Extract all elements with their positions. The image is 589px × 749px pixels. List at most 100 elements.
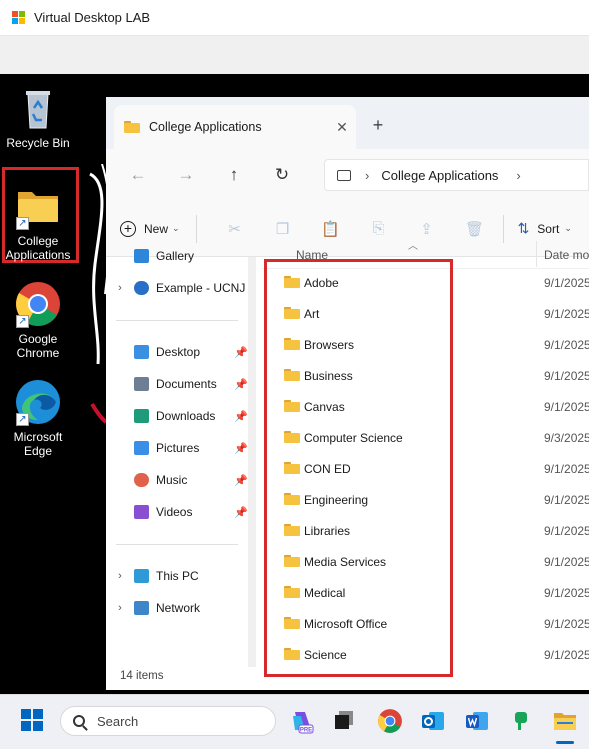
new-tab-button[interactable]: +	[364, 111, 392, 139]
file-date: 9/1/2025	[544, 369, 589, 383]
file-date: 9/1/2025	[544, 307, 589, 321]
paste-icon[interactable]: 📋	[307, 220, 355, 238]
chrome-taskbar-button[interactable]	[377, 708, 403, 734]
address-bar[interactable]: › College Applications ›	[324, 159, 589, 191]
chevron-right-icon[interactable]: ›	[365, 168, 369, 183]
nav-divider	[116, 544, 238, 545]
chevron-right-icon[interactable]: ›	[516, 168, 520, 183]
desktop-icon-microsoft-edge[interactable]: ↗ Microsoft Edge	[0, 378, 76, 458]
file-date: 9/1/2025	[544, 493, 589, 507]
messaging-app-taskbar-button[interactable]	[508, 708, 534, 734]
sort-arrows-icon: ⇅	[517, 220, 530, 236]
new-button-label: New	[144, 221, 169, 236]
file-date: 9/1/2025	[544, 648, 589, 662]
word-taskbar-button[interactable]	[464, 708, 490, 734]
computer-icon	[134, 569, 149, 583]
tab-college-applications[interactable]: College Applications ✕	[114, 105, 356, 149]
column-divider[interactable]	[536, 241, 537, 267]
desktop-icon-label: College Applications	[5, 234, 71, 262]
copilot-icon: PRE	[293, 712, 314, 734]
nav-item-label: Music	[156, 473, 188, 487]
outlook-icon	[422, 712, 444, 730]
monitor-icon	[337, 169, 351, 181]
navigation-pane-scrollbar[interactable]	[248, 257, 256, 667]
file-explorer-taskbar-button[interactable]	[552, 708, 578, 734]
file-date: 9/1/2025	[544, 586, 589, 600]
pin-icon[interactable]: 📌	[234, 410, 248, 423]
new-button[interactable]: + New ⌄	[120, 220, 180, 237]
music-icon	[134, 473, 149, 487]
nav-item-onedrive[interactable]: › Example - UCNJ	[106, 275, 248, 301]
shortcut-arrow-icon: ↗	[16, 217, 29, 230]
column-header-date-modified[interactable]: Date mo	[544, 248, 589, 262]
nav-item-downloads[interactable]: Downloads 📌	[106, 403, 248, 429]
rename-icon[interactable]: ⎘	[355, 220, 403, 237]
windows-start-icon	[21, 709, 43, 731]
desktop-icon-label: Microsoft Edge	[13, 430, 63, 458]
close-tab-icon[interactable]: ✕	[328, 119, 356, 136]
nav-item-label: Downloads	[156, 409, 216, 423]
desktop-icon-google-chrome[interactable]: ↗ Google Chrome	[0, 280, 76, 360]
green-chat-icon	[515, 712, 527, 730]
desktop-icon-recycle-bin[interactable]: Recycle Bin	[0, 84, 76, 150]
nav-item-music[interactable]: Music 📌	[106, 467, 248, 493]
windows-logo-icon	[12, 10, 26, 25]
file-date: 9/1/2025	[544, 524, 589, 538]
nav-item-label: Example - UCNJ	[156, 281, 246, 295]
shortcut-arrow-icon: ↗	[16, 413, 29, 426]
sort-button[interactable]: ⇅ Sort ⌄	[518, 220, 572, 237]
taskbar-search-box[interactable]: Search	[60, 706, 276, 736]
delete-icon[interactable]: 🗑	[451, 220, 499, 238]
download-icon	[134, 409, 149, 423]
desktop-icon-college-applications[interactable]: ↗ College Applications	[0, 182, 76, 262]
chevron-right-icon[interactable]: ›	[106, 570, 134, 582]
share-icon[interactable]: ⇪	[403, 220, 451, 238]
pin-icon[interactable]: 📌	[234, 474, 248, 487]
up-button[interactable]: ↑	[210, 159, 258, 191]
nav-item-this-pc[interactable]: › This PC	[106, 563, 248, 589]
nav-item-gallery[interactable]: Gallery	[106, 243, 248, 269]
pin-icon[interactable]: 📌	[234, 378, 248, 391]
file-date: 9/1/2025	[544, 555, 589, 569]
cut-icon[interactable]: ✂	[211, 220, 259, 238]
nav-divider	[116, 320, 238, 321]
plus-circle-icon: +	[120, 220, 136, 237]
shortcut-arrow-icon: ↗	[16, 315, 29, 328]
pin-icon[interactable]: 📌	[234, 442, 248, 455]
chrome-icon	[378, 709, 402, 733]
nav-item-label: Desktop	[156, 345, 201, 359]
start-button[interactable]	[20, 708, 46, 734]
outlook-taskbar-button[interactable]	[420, 708, 446, 734]
chevron-right-icon[interactable]: ›	[106, 602, 134, 614]
forward-button[interactable]: →	[162, 159, 210, 191]
desktop-icon-label: Recycle Bin	[6, 136, 70, 150]
refresh-button[interactable]: ↻	[258, 159, 306, 191]
address-path[interactable]: College Applications	[381, 168, 498, 183]
taskbar: Search PRE	[0, 694, 589, 749]
nav-item-videos[interactable]: Videos 📌	[106, 499, 248, 525]
copy-icon[interactable]: ❐	[259, 220, 307, 238]
tab-title: College Applications	[149, 120, 262, 134]
copilot-badge-label: PRE	[300, 728, 312, 734]
copilot-taskbar-button[interactable]: PRE	[289, 708, 315, 734]
nav-item-pictures[interactable]: Pictures 📌	[106, 435, 248, 461]
desktop-icon	[134, 345, 149, 359]
nav-item-network[interactable]: › Network	[106, 595, 248, 621]
nav-item-desktop[interactable]: Desktop 📌	[106, 339, 248, 365]
pin-icon[interactable]: 📌	[234, 346, 248, 359]
pictures-icon	[134, 441, 149, 455]
file-date: 9/1/2025	[544, 400, 589, 414]
window-toolbar-gap	[0, 36, 589, 74]
nav-item-label: Gallery	[156, 249, 195, 263]
search-placeholder: Search	[97, 713, 139, 729]
nav-item-documents[interactable]: Documents 📌	[106, 371, 248, 397]
recycle-bin-icon	[14, 84, 62, 132]
navigation-bar: ← → ↑ ↻ › College Applications ›	[106, 149, 589, 201]
file-explorer-icon	[554, 713, 576, 730]
cloud-icon	[134, 281, 149, 295]
back-button[interactable]: ←	[114, 159, 162, 191]
pin-icon[interactable]: 📌	[234, 506, 248, 519]
nav-item-label: This PC	[156, 569, 199, 583]
task-view-button[interactable]	[332, 708, 358, 734]
chevron-right-icon[interactable]: ›	[106, 282, 134, 294]
